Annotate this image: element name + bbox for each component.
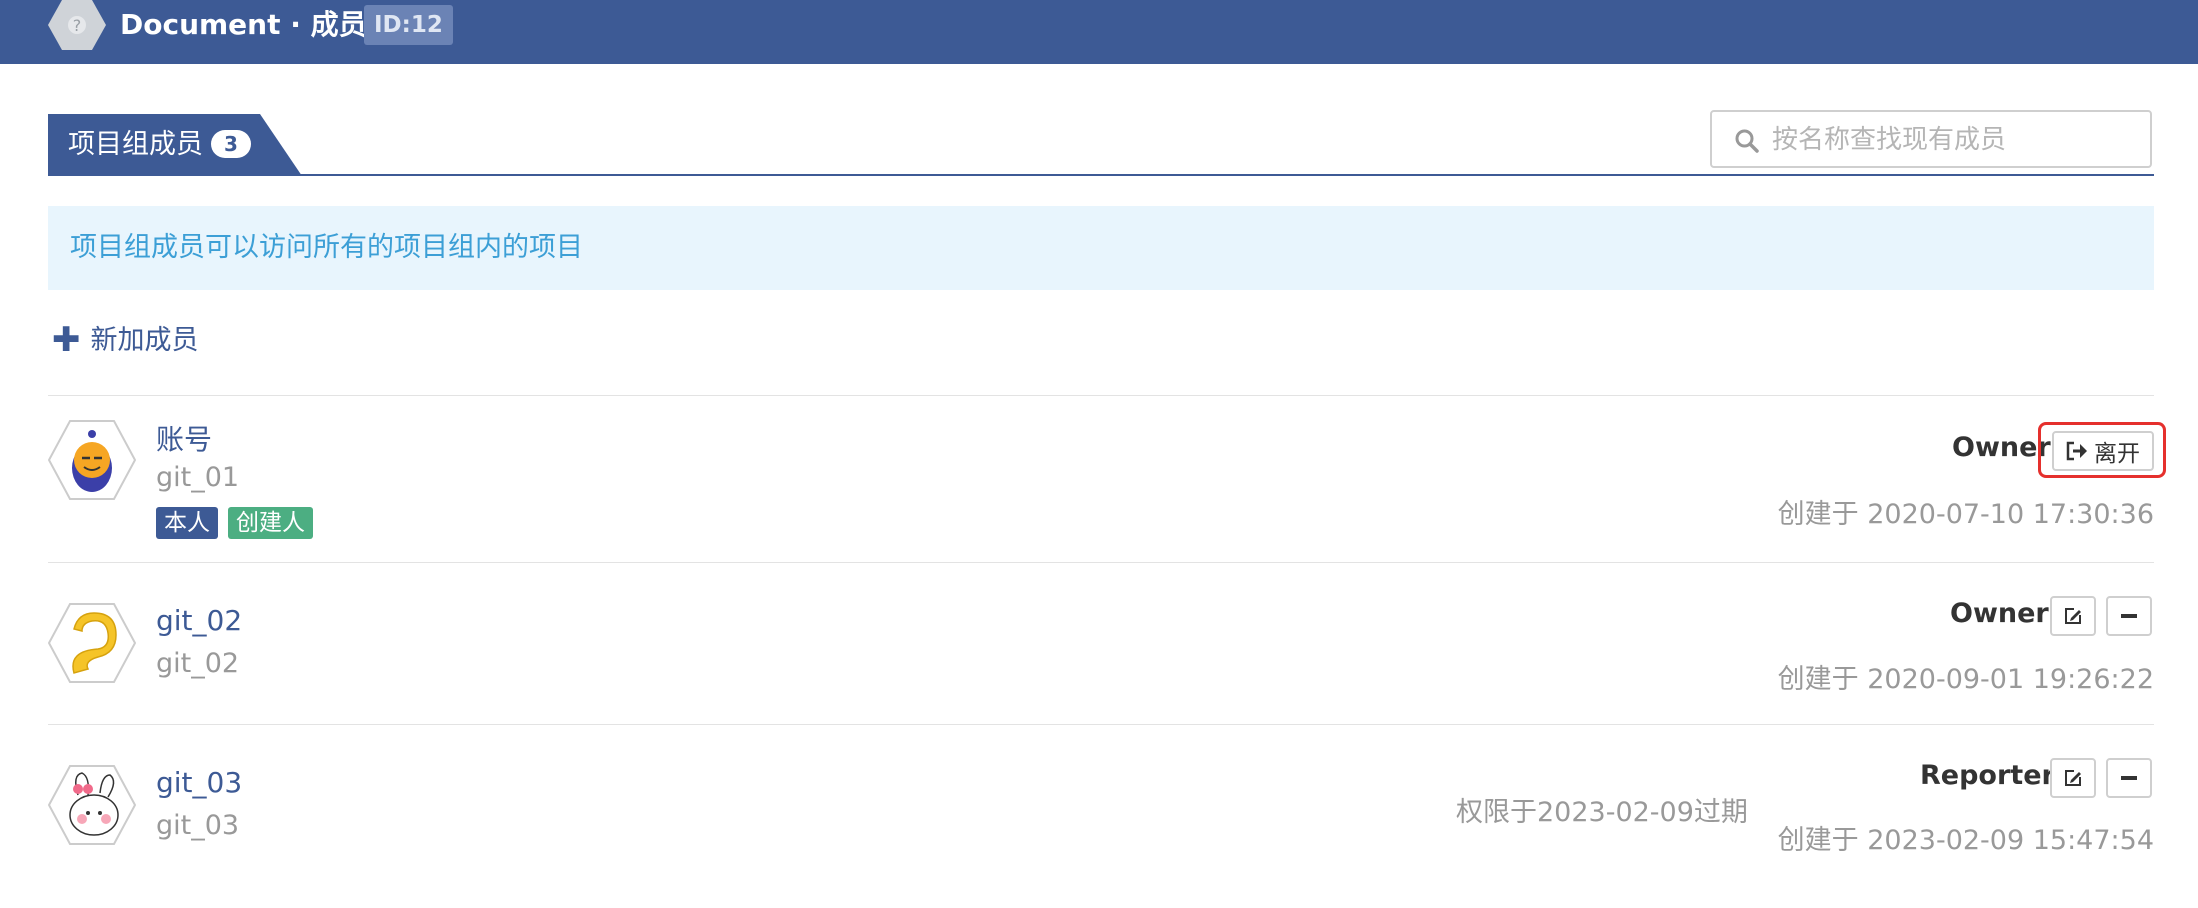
member-role: Reporter — [1920, 760, 2055, 791]
member-created: 创建于 2020-09-01 19:26:22 — [1777, 664, 2154, 695]
add-member-label: 新加成员 — [90, 325, 199, 356]
avatar — [48, 603, 136, 683]
add-member-button[interactable]: ✚ 新加成员 — [52, 320, 199, 360]
project-title: Document · 成员 — [120, 8, 367, 41]
member-role: Owner — [1950, 598, 2049, 629]
remove-member-button[interactable] — [2106, 758, 2152, 798]
divider — [48, 724, 2154, 725]
member-name[interactable]: git_03 — [156, 766, 242, 799]
divider — [48, 395, 2154, 396]
tab-underline — [48, 174, 2154, 176]
member-count-badge: 3 — [211, 130, 251, 158]
member-login: git_02 — [156, 648, 240, 679]
highlight-box — [2038, 422, 2166, 478]
tab-group-members[interactable]: 项目组成员 3 — [48, 114, 302, 176]
info-alert: 项目组成员可以访问所有的项目组内的项目 — [48, 206, 2154, 290]
edit-icon — [2065, 608, 2081, 624]
avatar — [48, 420, 136, 500]
divider — [48, 562, 2154, 563]
top-bar: ? Document · 成员 ID:12 — [0, 0, 2198, 64]
member-role: Owner — [1952, 432, 2051, 463]
member-name[interactable]: git_02 — [156, 604, 242, 637]
member-login: git_03 — [156, 810, 240, 841]
plus-icon: ✚ — [52, 320, 81, 360]
member-name[interactable]: 账号 — [156, 418, 212, 458]
member-created: 创建于 2020-07-10 17:30:36 — [1777, 499, 2154, 530]
minus-icon — [2121, 614, 2137, 618]
member-expire: 权限于2023-02-09过期 — [1456, 797, 1748, 828]
search-icon — [1735, 129, 1759, 153]
tag-creator: 创建人 — [228, 507, 313, 539]
remove-member-button[interactable] — [2106, 596, 2152, 636]
svg-text:?: ? — [73, 16, 82, 35]
tab-label: 项目组成员 — [68, 129, 203, 160]
minus-icon — [2121, 776, 2137, 780]
edit-role-button[interactable] — [2050, 758, 2096, 798]
member-created: 创建于 2023-02-09 15:47:54 — [1777, 825, 2154, 856]
edit-role-button[interactable] — [2050, 596, 2096, 636]
edit-icon — [2065, 770, 2081, 786]
member-login: git_01 — [156, 462, 240, 493]
tag-self: 本人 — [156, 507, 218, 539]
search-input[interactable] — [1770, 118, 2144, 162]
project-avatar-icon: ? — [48, 0, 106, 50]
avatar — [48, 765, 136, 845]
project-id-badge: ID:12 — [364, 5, 453, 45]
member-search-box[interactable] — [1710, 110, 2152, 168]
